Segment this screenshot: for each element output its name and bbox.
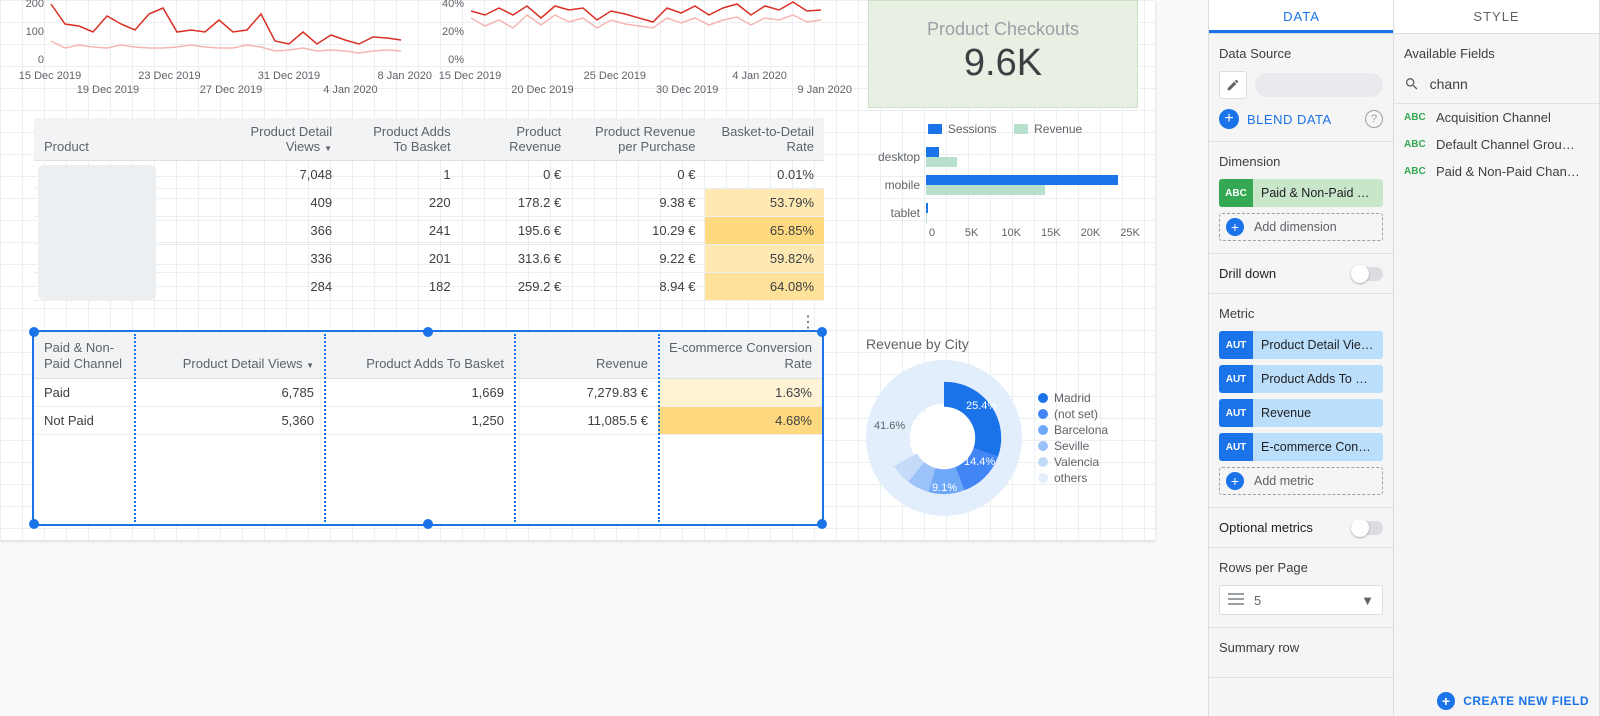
chevron-down-icon: ▼ [1361,593,1374,608]
bar-row: mobile [866,171,1130,199]
available-fields-header: Available Fields [1394,34,1599,65]
table-channel-selected[interactable]: ⋮ Paid & Non-Paid ChannelProduct Detail … [32,330,824,526]
table1-header[interactable]: ProductRevenue [461,118,572,161]
optional-metrics-label: Optional metrics [1219,520,1313,535]
table1-header[interactable]: Product DetailViews [224,118,343,161]
field-item[interactable]: ABCPaid & Non-Paid Chan… [1394,158,1599,185]
metric-chip[interactable]: AUTProduct Adds To … [1219,365,1383,393]
table2-header[interactable]: E-commerce Conversion Rate [658,332,822,378]
bar-chart-device[interactable]: Sessions Revenue desktopmobiletablet 05K… [866,122,1130,243]
drill-down-toggle[interactable] [1353,267,1383,281]
pie-legend-item: Barcelona [1038,423,1108,437]
metric-chip[interactable]: AUTRevenue [1219,399,1383,427]
pie-legend-item: Seville [1038,439,1108,453]
table2-header[interactable]: Product Adds To Basket [324,332,514,378]
drill-down-label: Drill down [1219,266,1276,281]
table2-header[interactable]: Revenue [514,332,658,378]
rows-per-page-select[interactable]: 5 ▼ [1219,585,1383,615]
pie-legend-item: Valencia [1038,455,1108,469]
edit-source-button[interactable] [1219,71,1247,99]
blend-plus-icon[interactable]: + [1219,109,1239,129]
more-icon[interactable]: ⋮ [800,312,814,332]
section-data-source: Data Source [1219,46,1383,61]
create-new-field-button[interactable]: + CREATE NEW FIELD [1437,692,1589,710]
add-metric-button[interactable]: + Add metric [1219,467,1383,495]
help-icon[interactable]: ? [1365,110,1383,128]
legend-swatch-sessions [928,124,942,134]
section-metric: Metric [1219,306,1383,321]
table1-header[interactable]: Product AddsTo Basket [342,118,461,161]
section-dimension: Dimension [1219,154,1383,169]
pie-legend-item: others [1038,471,1108,485]
table1-header[interactable]: Basket-to-DetailRate [705,118,824,161]
field-item[interactable]: ABCAcquisition Channel [1394,104,1599,131]
line-chart-1[interactable]: 2001000 15 Dec 2019 19 Dec 2019 23 Dec 2… [14,0,412,96]
search-icon [1404,75,1420,93]
scorecard-title: Product Checkouts [869,19,1137,40]
table2-header[interactable]: Paid & Non-Paid Channel [34,332,134,378]
field-item[interactable]: ABCDefault Channel Grou… [1394,131,1599,158]
dimension-chip[interactable]: ABCPaid & Non-Paid C… [1219,179,1383,207]
section-summary-row: Summary row [1219,640,1383,655]
table1-header[interactable]: Product Revenueper Purchase [571,118,705,161]
table-row[interactable]: Not Paid5,3601,25011,085.5 €4.68% [34,406,822,434]
table1-header[interactable]: Product [34,118,224,161]
optional-metrics-toggle[interactable] [1353,521,1383,535]
redacted-overlay [38,165,156,300]
tab-data[interactable]: DATA [1209,0,1394,33]
add-dimension-button[interactable]: + Add dimension [1219,213,1383,241]
legend-swatch-revenue [1014,124,1028,134]
table-row[interactable]: Paid6,7851,6697,279.83 €1.63% [34,378,822,406]
pie-revenue-city[interactable]: Revenue by City 41.6% [866,336,1146,516]
scorecard-checkouts[interactable]: Product Checkouts 9.6K [868,0,1138,108]
section-rows-per-page: Rows per Page [1219,560,1383,575]
scorecard-value: 9.6K [869,42,1137,85]
table2-header[interactable]: Product Detail Views ▼ [134,332,324,378]
data-source-chip[interactable] [1255,73,1383,97]
bar-row: desktop [866,143,1130,171]
pie-legend-item: Madrid [1038,391,1108,405]
bar-row: tablet [866,199,1130,227]
tab-style[interactable]: STYLE [1394,0,1599,33]
blend-data-link[interactable]: BLEND DATA [1247,112,1357,127]
line-chart-2[interactable]: 40%20%0% 15 Dec 2019 20 Dec 2019 25 Dec … [434,0,832,96]
metric-chip[interactable]: AUTProduct Detail Vie… [1219,331,1383,359]
fields-search-input[interactable] [1428,75,1589,93]
pie-title: Revenue by City [866,336,1146,352]
pie-legend-item: (not set) [1038,407,1108,421]
metric-chip[interactable]: AUTE-commerce Conv… [1219,433,1383,461]
